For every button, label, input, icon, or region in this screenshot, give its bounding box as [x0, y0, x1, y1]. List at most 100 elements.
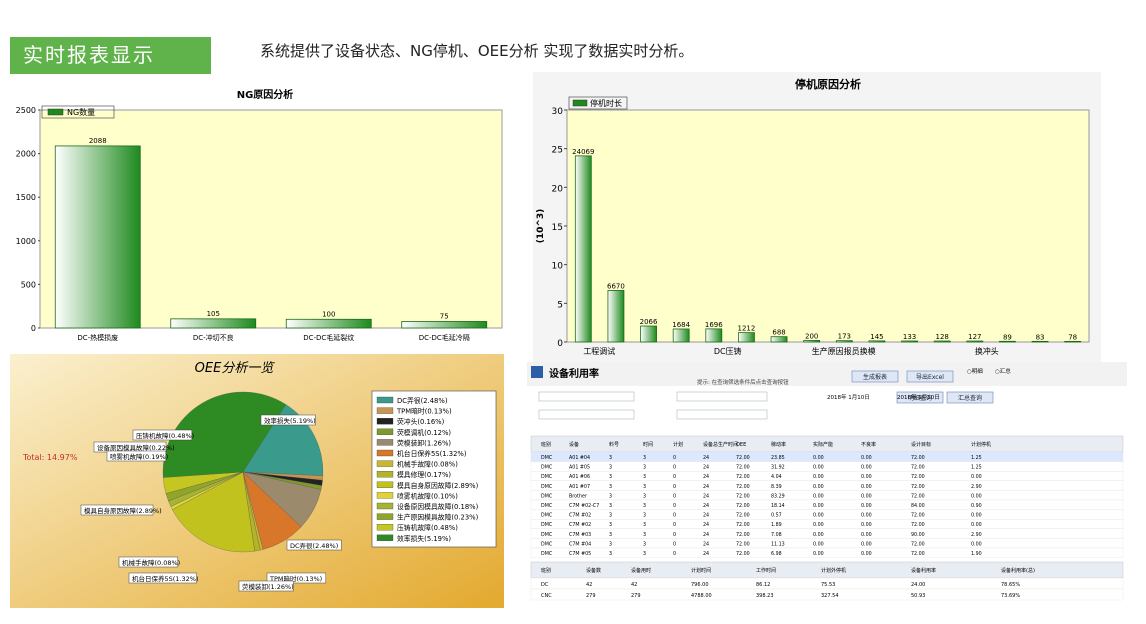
table-cell: 72.00	[911, 455, 925, 461]
legend-label: DC弄很(2.48%)	[397, 396, 448, 405]
legend-label: NG数量	[67, 107, 95, 117]
callout-label: 喷雾机故障(0.19%)	[110, 452, 168, 461]
callout-label: 压铸机故障(0.48%)	[136, 431, 194, 440]
summary-cell: 796.00	[691, 582, 709, 588]
summary-column-header: 计划时间	[691, 567, 711, 574]
x-tick-label: DC-DC毛延冷隔	[419, 333, 470, 342]
section-subtitle: 系统提供了设备状态、NG停机、OEE分析 实现了数据实时分析。	[260, 42, 694, 60]
summary-column-header: 设备用时	[631, 567, 651, 574]
legend-swatch	[376, 513, 394, 520]
legend-label: 压铸机故障(0.48%)	[397, 523, 458, 532]
table-cell: 72.00	[911, 474, 925, 480]
table-cell: 0.00	[861, 541, 872, 547]
date-end: 2018年 1月10日	[897, 393, 940, 401]
table-cell: 0.00	[813, 513, 824, 519]
y-tick-label: 25	[552, 146, 563, 156]
table-cell: C7M #03	[569, 532, 591, 538]
legend-swatch	[376, 418, 394, 425]
callout-label: DC弄很(2.48%)	[290, 541, 338, 550]
toolbar-button-label: 生成报表	[863, 373, 887, 381]
x-tick-label: DC-热模损废	[77, 333, 118, 342]
table-cell: 0.00	[813, 532, 824, 538]
table-cell: 72.00	[911, 551, 925, 557]
table-cell: 0	[673, 465, 676, 471]
table-row	[530, 490, 1124, 501]
table-cell: 1.25	[971, 455, 982, 461]
radio-label-summary: ○汇总	[995, 367, 1011, 375]
data-label: 6670	[607, 282, 625, 290]
table-row	[530, 528, 1124, 539]
table-cell: 3	[609, 503, 612, 509]
oee-chart-panel: OEE分析一览 Total: 14.97% 效率损失(5.19%) 压铸机故障(0.4…	[10, 354, 504, 608]
legend-label: 荧模调机(0.12%)	[397, 428, 451, 437]
table-cell: 3	[643, 493, 646, 499]
y-tick-label: 1000	[16, 237, 36, 246]
table-cell: 1.90	[971, 551, 982, 557]
table-cell: 0.00	[861, 522, 872, 528]
table-cell: 24	[703, 532, 709, 538]
table-cell: 0.00	[861, 551, 872, 557]
table-cell: 90.00	[911, 532, 925, 538]
legend-swatch	[376, 534, 394, 541]
callout-label: 机械手故障(0.08%)	[122, 558, 180, 567]
chart-title: 停机原因分析	[795, 77, 861, 91]
table-cell: 0.00	[971, 493, 982, 499]
y-axis-label: (10^3)	[536, 209, 546, 244]
y-tick-label: 0	[31, 324, 36, 333]
summary-column-header: 设备利用率	[911, 567, 936, 574]
table-cell: 0	[673, 503, 676, 509]
callout-label: 模具自身原因故障(2.89%)	[84, 506, 162, 515]
summary-cell: 24.00	[911, 582, 925, 588]
table-cell: 0.00	[813, 474, 824, 480]
legend-label: 机械手故障(0.08%)	[397, 460, 458, 469]
filter-input[interactable]	[676, 409, 768, 420]
filter-input[interactable]	[538, 391, 635, 402]
table-cell: 84.00	[911, 503, 925, 509]
table-cell: 23.85	[771, 455, 785, 461]
filter-input[interactable]	[676, 391, 768, 402]
table-cell: 72.00	[736, 474, 750, 480]
table-row	[530, 547, 1124, 558]
table-cell: 7.08	[771, 532, 782, 538]
filter-input[interactable]	[538, 409, 635, 420]
table-cell: 24	[703, 474, 709, 480]
table-cell: 3	[609, 455, 612, 461]
bar	[966, 340, 984, 343]
table-row	[530, 519, 1124, 529]
summary-cell: 327.54	[821, 593, 839, 599]
table-cell: 3	[609, 465, 612, 471]
table-cell: 0.00	[813, 484, 824, 490]
table-cell: 0.00	[971, 522, 982, 528]
table-cell: 72.00	[911, 484, 925, 490]
data-label: 688	[772, 329, 785, 337]
table-cell: C7M #02	[569, 513, 591, 519]
summary-cell: 73.69%	[1001, 593, 1020, 599]
y-tick-label: 1500	[16, 193, 36, 202]
summary-cell: 42	[631, 582, 637, 588]
hint-text: 提示: 在查询筛选条件后点击查询按钮	[697, 378, 789, 386]
column-header: 设备总生产时间	[703, 441, 738, 448]
column-header: 不良率	[861, 441, 876, 448]
table-cell: 0	[673, 513, 676, 519]
legend-swatch	[47, 108, 64, 116]
table-cell: 0	[673, 484, 676, 490]
table-cell: 24	[703, 503, 709, 509]
title-bar	[527, 362, 1127, 386]
y-tick-label: 20	[552, 184, 564, 194]
data-label: 89	[1003, 333, 1012, 341]
table-cell: 0	[673, 551, 676, 557]
table-cell: 3	[643, 465, 646, 471]
bar	[672, 328, 690, 343]
column-header: 料号	[609, 441, 619, 448]
table-cell: C7M #04	[569, 541, 591, 547]
legend-swatch	[376, 471, 394, 478]
column-header: 设计目标	[911, 441, 931, 448]
table-cell: 2.90	[971, 532, 982, 538]
data-label: 173	[838, 333, 851, 341]
table-cell: 3	[609, 493, 612, 499]
table-cell: 0.00	[861, 474, 872, 480]
summary-cell: 42	[586, 582, 592, 588]
y-tick-label: 15	[552, 223, 563, 233]
summary-column-header: 班别	[541, 567, 551, 574]
legend-label: 设备原因模具故障(0.18%)	[397, 502, 479, 511]
